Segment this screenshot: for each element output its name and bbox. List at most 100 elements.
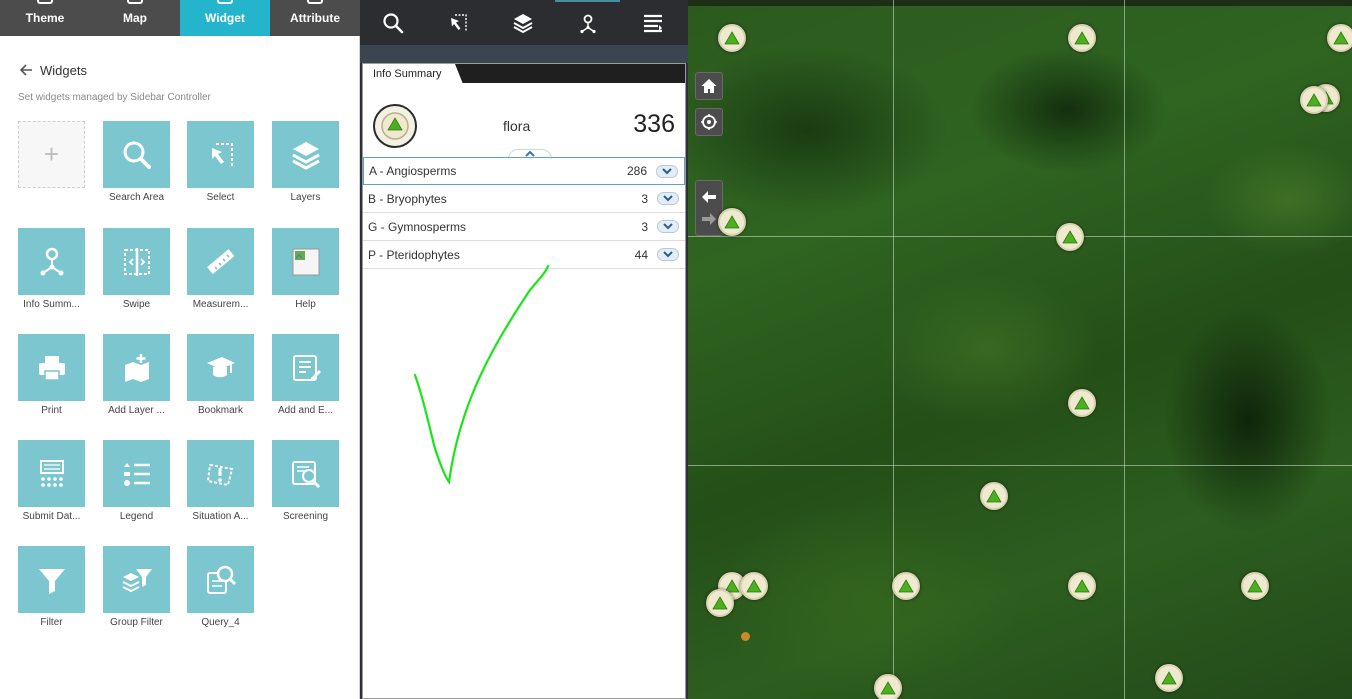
widget-tile[interactable]: [187, 121, 254, 188]
flora-marker[interactable]: [1068, 572, 1096, 600]
toolbar-search-button[interactable]: [360, 0, 425, 45]
widget-search-area[interactable]: Search Area: [103, 121, 170, 203]
widget-bookmark[interactable]: Bookmark: [187, 334, 254, 416]
toolbar-info-summary-button[interactable]: [555, 0, 620, 45]
tab-attribute[interactable]: Attribute: [270, 0, 360, 36]
flora-marker[interactable]: [1068, 24, 1096, 52]
forward-arrow-icon[interactable]: [701, 212, 717, 226]
toolbar-layers-button[interactable]: [490, 0, 555, 45]
widget-tile[interactable]: [187, 334, 254, 401]
widget-group-filter[interactable]: Group Filter: [103, 546, 170, 628]
add-widget-tile[interactable]: +: [18, 121, 85, 188]
triangle-marker-icon: [1306, 93, 1322, 107]
tab-info-summary[interactable]: Info Summary: [363, 64, 463, 84]
tab-widget[interactable]: Widget: [180, 0, 270, 36]
widget-tile[interactable]: [272, 228, 339, 295]
back-arrow-icon[interactable]: [18, 62, 34, 78]
triangle-marker-icon: [1074, 31, 1090, 45]
orange-point-marker[interactable]: [741, 632, 750, 641]
category-label: G - Gymnosperms: [368, 219, 467, 234]
widget-tile[interactable]: [103, 121, 170, 188]
widget-add[interactable]: +: [18, 121, 85, 188]
flora-marker[interactable]: [1056, 223, 1084, 251]
widget-swipe[interactable]: Swipe: [103, 228, 170, 310]
expand-button[interactable]: [656, 164, 678, 178]
widgets-header: Widgets: [18, 62, 87, 78]
flora-marker[interactable]: [1155, 664, 1183, 692]
widget-tile[interactable]: [272, 121, 339, 188]
category-row-bryophytes[interactable]: B - Bryophytes 3: [363, 185, 685, 213]
situation-awareness-icon: [206, 463, 233, 486]
flora-marker[interactable]: [1068, 389, 1096, 417]
toolbar-menu-button[interactable]: [620, 0, 685, 45]
widget-tile[interactable]: [18, 228, 85, 295]
flora-marker[interactable]: [706, 589, 734, 617]
flora-marker[interactable]: [718, 208, 746, 236]
widget-add-layer[interactable]: Add Layer ...: [103, 334, 170, 416]
widget-label: Group Filter: [110, 617, 163, 628]
widget-info-summary[interactable]: Info Summ...: [18, 228, 85, 310]
flora-marker[interactable]: [892, 572, 920, 600]
widget-filter[interactable]: Filter: [18, 546, 85, 628]
toolbar-select-button[interactable]: [425, 0, 490, 45]
widget-situation-awareness[interactable]: Situation A...: [187, 440, 254, 522]
category-row-pteridophytes[interactable]: P - Pteridophytes 44: [363, 241, 685, 269]
flora-marker[interactable]: [718, 24, 746, 52]
widget-icon: [217, 0, 233, 4]
widget-label: Help: [295, 299, 316, 310]
tab-theme[interactable]: Theme: [0, 0, 90, 36]
tab-map[interactable]: Map: [90, 0, 180, 36]
widget-tile[interactable]: [18, 546, 85, 613]
locate-button[interactable]: [695, 108, 723, 136]
widget-select[interactable]: Select: [187, 121, 254, 203]
flora-marker[interactable]: [874, 674, 902, 699]
widget-tile[interactable]: [18, 440, 85, 507]
flora-marker[interactable]: [1327, 24, 1352, 52]
widget-print[interactable]: Print: [18, 334, 85, 416]
category-row-gymnosperms[interactable]: G - Gymnosperms 3: [363, 213, 685, 241]
widget-tile[interactable]: [18, 334, 85, 401]
category-row-angiosperms[interactable]: A - Angiosperms 286: [363, 157, 685, 185]
widget-legend[interactable]: Legend: [103, 440, 170, 522]
screening-icon: [291, 460, 320, 488]
widget-label: Situation A...: [192, 511, 249, 522]
expand-button[interactable]: [657, 220, 679, 233]
widget-help[interactable]: Help: [272, 228, 339, 310]
widget-add-and-edit[interactable]: Add and E...: [272, 334, 339, 416]
widget-tile[interactable]: [187, 228, 254, 295]
flora-marker[interactable]: [1241, 572, 1269, 600]
layer-total-count: 336: [633, 110, 675, 138]
toolbar-subbar: [360, 45, 688, 63]
expand-button[interactable]: [657, 248, 679, 261]
home-button[interactable]: [695, 72, 723, 100]
widget-query[interactable]: Query_4: [187, 546, 254, 628]
widget-tile[interactable]: [272, 440, 339, 507]
widget-tile[interactable]: [103, 440, 170, 507]
triangle-marker-icon: [1247, 579, 1263, 593]
back-arrow-icon[interactable]: [701, 190, 717, 204]
flora-marker[interactable]: [1300, 86, 1328, 114]
flora-marker[interactable]: [980, 482, 1008, 510]
flora-marker[interactable]: [740, 572, 768, 600]
expand-button[interactable]: [657, 192, 679, 205]
widget-tile[interactable]: [103, 546, 170, 613]
widget-tile[interactable]: [187, 440, 254, 507]
widget-tile[interactable]: [103, 334, 170, 401]
builder-tabs: Theme Map Widget Attribute: [0, 0, 360, 36]
widget-label: Info Summ...: [23, 299, 80, 310]
category-count: 286: [626, 164, 647, 178]
widget-tile[interactable]: [187, 546, 254, 613]
filter-icon: [38, 568, 65, 594]
widget-submit-data[interactable]: Submit Dat...: [18, 440, 85, 522]
widget-layers[interactable]: Layers: [272, 121, 339, 203]
graticule-line: [1124, 0, 1125, 699]
chevron-down-icon: [663, 251, 673, 258]
triangle-marker-icon: [986, 489, 1002, 503]
widget-tile[interactable]: [272, 334, 339, 401]
triangle-marker-icon: [1161, 671, 1177, 685]
widget-screening[interactable]: Screening: [272, 440, 339, 522]
widget-tile[interactable]: [103, 228, 170, 295]
satellite-map[interactable]: [688, 0, 1352, 699]
widget-measurement[interactable]: Measurem...: [187, 228, 254, 310]
summary-header[interactable]: flora 336: [363, 88, 685, 159]
